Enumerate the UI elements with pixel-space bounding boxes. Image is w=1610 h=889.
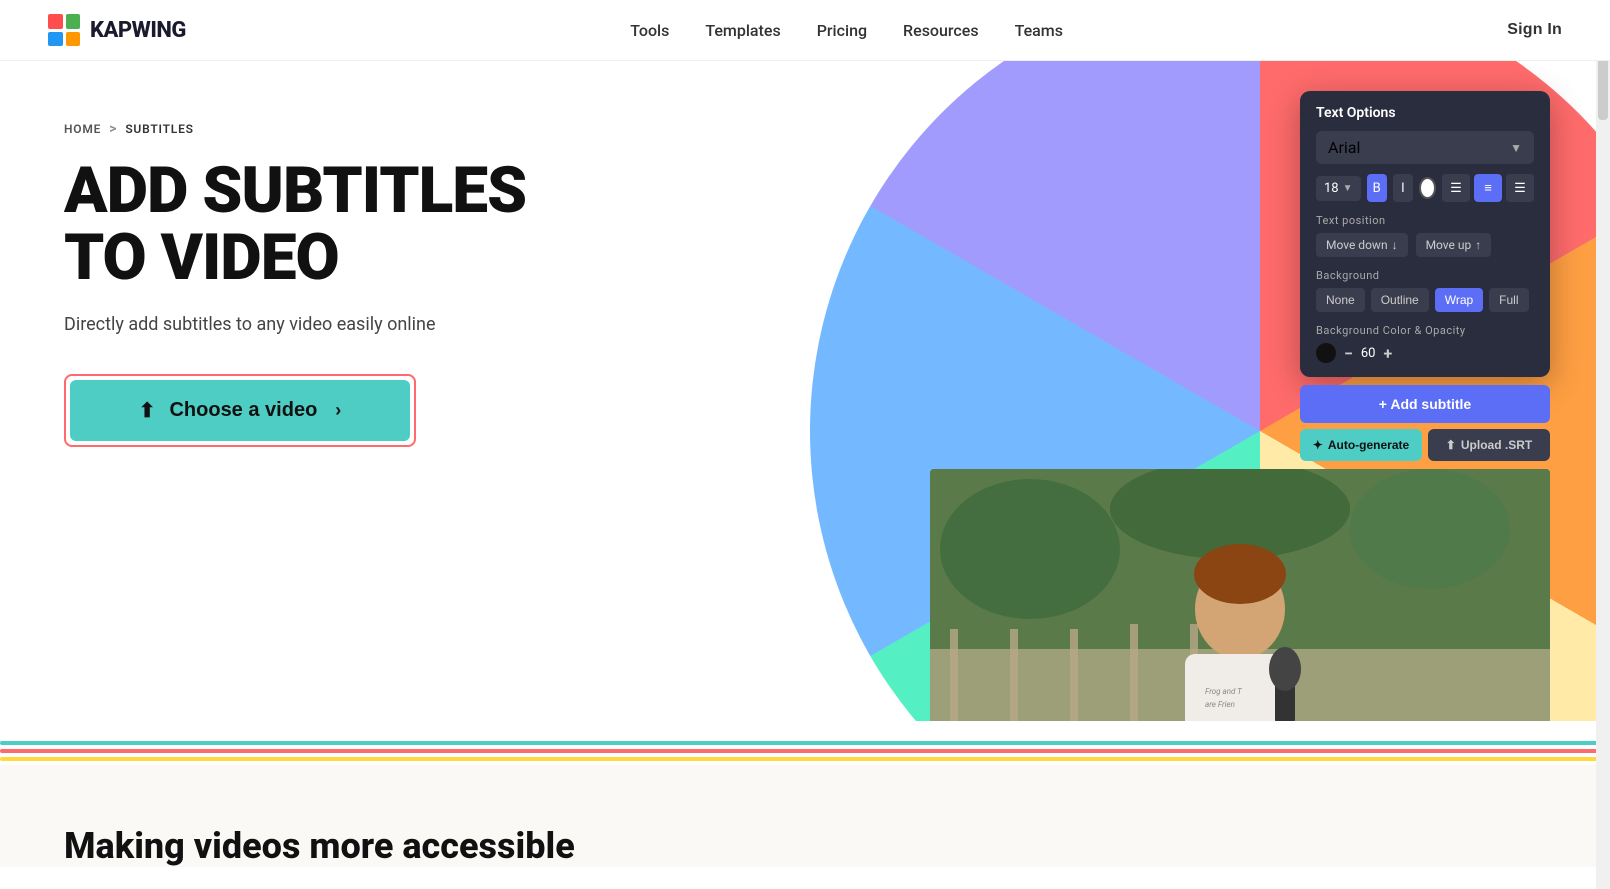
- text-options-panel: Text Options Arial ▼ 18 ▼ B I ☰ ≡ ☰ Te: [1300, 91, 1550, 377]
- deco-line-3: [0, 757, 1610, 761]
- align-center-button[interactable]: ≡: [1474, 174, 1502, 202]
- upload-srt-button[interactable]: ⬆ Upload .SRT: [1428, 429, 1550, 461]
- move-up-label: Move up: [1426, 238, 1472, 252]
- logo-icon: [48, 14, 80, 46]
- breadcrumb-current: SUBTITLES: [125, 122, 193, 136]
- nav-item-resources[interactable]: Resources: [903, 21, 979, 40]
- choose-video-button[interactable]: ⬆ Choose a video ›: [70, 380, 410, 441]
- bg-wrap-button[interactable]: Wrap: [1435, 288, 1483, 312]
- move-up-button[interactable]: Move up ↑: [1416, 233, 1492, 257]
- video-thumbnail: Frog and T are Frien by Arnold Lab: [930, 469, 1550, 721]
- bottom-title: Making videos more accessible: [64, 825, 1546, 867]
- move-down-button[interactable]: Move down ↓: [1316, 233, 1408, 257]
- hero-section: HOME > SUBTITLES ADD SUBTITLES TO VIDEO …: [0, 61, 1610, 721]
- breadcrumb-separator: >: [109, 121, 117, 137]
- up-arrow-icon: ↑: [1475, 238, 1481, 252]
- video-background: Frog and T are Frien by Arnold Lab: [930, 469, 1550, 721]
- bg-color-swatch[interactable]: [1316, 343, 1336, 363]
- add-subtitle-button[interactable]: + Add subtitle: [1300, 385, 1550, 423]
- bg-full-button[interactable]: Full: [1489, 288, 1528, 312]
- auto-generate-button[interactable]: ✦ Auto-generate: [1300, 429, 1422, 461]
- auto-gen-label: Auto-generate: [1328, 438, 1409, 452]
- opacity-row: − 60 +: [1316, 343, 1534, 363]
- nav-item-tools[interactable]: Tools: [630, 21, 669, 40]
- italic-button[interactable]: I: [1393, 174, 1413, 202]
- upload-icon: ⬆: [139, 398, 156, 423]
- nav-links: Tools Templates Pricing Resources Teams: [630, 21, 1063, 40]
- hero-media: Text Options Arial ▼ 18 ▼ B I ☰ ≡ ☰ Te: [930, 91, 1550, 721]
- font-name: Arial: [1328, 138, 1360, 157]
- nav-item-templates[interactable]: Templates: [705, 21, 780, 40]
- background-label: Background: [1316, 269, 1534, 282]
- bold-button[interactable]: B: [1367, 174, 1387, 202]
- text-position-label: Text position: [1316, 214, 1534, 227]
- down-arrow-icon: ↓: [1392, 238, 1398, 252]
- subtitle-row2: ✦ Auto-generate ⬆ Upload .SRT: [1300, 429, 1550, 461]
- video-frame: Frog and T are Frien by Arnold Lab Hey g…: [930, 469, 1550, 721]
- hero-subtitle: Directly add subtitles to any video easi…: [64, 311, 484, 338]
- align-right-button[interactable]: ☰: [1506, 174, 1534, 202]
- cta-label: Choose a video: [169, 399, 317, 422]
- bg-color-label: Background Color & Opacity: [1316, 324, 1534, 337]
- size-chevron: ▼: [1343, 183, 1353, 194]
- color-picker[interactable]: [1419, 177, 1436, 199]
- deco-lines: [0, 741, 1610, 765]
- svg-text:are Frien: are Frien: [1205, 700, 1235, 709]
- alignment-buttons: ☰ ≡ ☰: [1442, 174, 1534, 202]
- arrow-icon: ›: [335, 400, 341, 421]
- logo-text: KAPWING: [90, 18, 186, 43]
- position-row: Move down ↓ Move up ↑: [1316, 233, 1534, 257]
- sign-in-button[interactable]: Sign In: [1507, 21, 1562, 39]
- hero-title: ADD SUBTITLES TO VIDEO: [64, 157, 564, 291]
- panel-title: Text Options: [1316, 105, 1534, 121]
- logo[interactable]: KAPWING: [48, 14, 186, 46]
- upload-srt-label: Upload .SRT: [1461, 438, 1532, 452]
- bg-none-button[interactable]: None: [1316, 288, 1365, 312]
- font-size-selector[interactable]: 18 ▼: [1316, 176, 1361, 201]
- navbar: KAPWING Tools Templates Pricing Resource…: [0, 0, 1610, 61]
- nav-item-pricing[interactable]: Pricing: [817, 21, 867, 40]
- background-buttons: None Outline Wrap Full: [1316, 288, 1534, 312]
- bottom-section: Making videos more accessible: [0, 765, 1610, 867]
- opacity-value: 60: [1361, 346, 1376, 361]
- deco-line-2: [0, 749, 1610, 753]
- move-down-label: Move down: [1326, 238, 1388, 252]
- font-selector[interactable]: Arial ▼: [1316, 131, 1534, 164]
- svg-text:Frog and T: Frog and T: [1205, 687, 1243, 696]
- breadcrumb-home[interactable]: HOME: [64, 122, 101, 136]
- sparkle-icon: ✦: [1313, 438, 1323, 452]
- opacity-decrease-button[interactable]: −: [1344, 344, 1353, 363]
- deco-line-1: [0, 741, 1610, 745]
- align-left-button[interactable]: ☰: [1442, 174, 1470, 202]
- cta-wrapper: ⬆ Choose a video ›: [64, 374, 416, 447]
- subtitle-actions: + Add subtitle ✦ Auto-generate ⬆ Upload …: [1300, 385, 1550, 461]
- text-toolbar: 18 ▼ B I ☰ ≡ ☰: [1316, 174, 1534, 202]
- upload-srt-icon: ⬆: [1446, 438, 1456, 452]
- nav-item-teams[interactable]: Teams: [1015, 21, 1063, 40]
- opacity-increase-button[interactable]: +: [1384, 344, 1393, 363]
- font-size-value: 18: [1324, 181, 1339, 196]
- chevron-down-icon: ▼: [1510, 141, 1522, 155]
- bg-outline-button[interactable]: Outline: [1371, 288, 1429, 312]
